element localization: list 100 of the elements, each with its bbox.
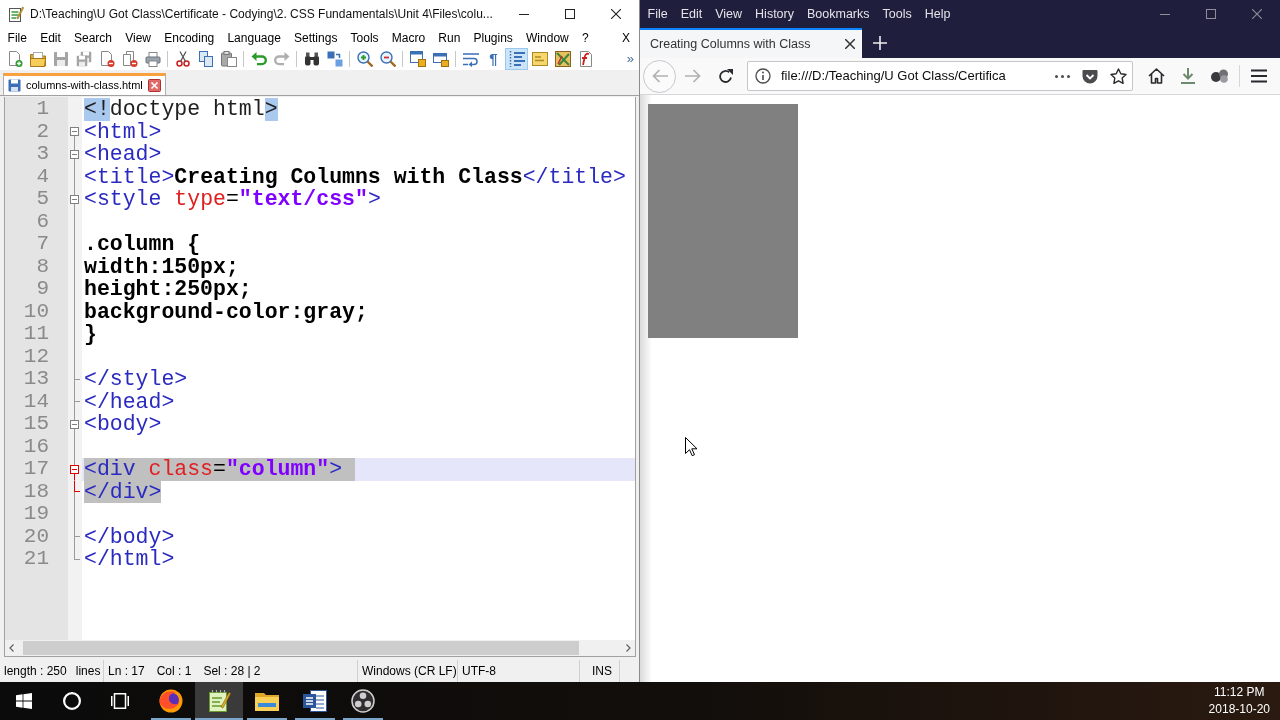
line-number: 18 xyxy=(22,480,50,503)
menu-item[interactable]: View xyxy=(708,4,749,24)
window-icon xyxy=(531,51,548,67)
menu-item[interactable]: Help xyxy=(918,4,957,24)
printer-icon xyxy=(144,51,161,67)
line-number: 9 xyxy=(35,278,50,301)
code-line: <body> xyxy=(84,413,162,436)
notepad-icon xyxy=(8,6,24,22)
menu-icon xyxy=(1251,69,1267,83)
address-text: file:///D:/Teaching/U Got Class/Certifica xyxy=(781,68,1006,84)
download-icon xyxy=(1181,68,1195,84)
close-document-button[interactable]: X xyxy=(616,29,639,47)
info-icon[interactable] xyxy=(755,68,771,84)
fold-minus-box-icon[interactable] xyxy=(70,194,79,204)
close-tab-button[interactable] xyxy=(845,39,855,49)
chevron-left-icon[interactable] xyxy=(9,644,14,652)
reload-icon xyxy=(718,68,733,84)
replace-icon xyxy=(326,51,343,67)
close-icon xyxy=(845,39,855,49)
close-icon xyxy=(611,9,621,19)
folder-icon xyxy=(29,51,46,67)
taskbar-app-button[interactable] xyxy=(195,682,243,720)
line-number: 21 xyxy=(22,548,50,571)
close-all-icon xyxy=(121,51,138,67)
file-tab[interactable]: columns-with-class.html xyxy=(3,73,166,95)
indent-guide-button[interactable] xyxy=(505,48,528,70)
balls-icon xyxy=(1211,69,1229,83)
menu-item[interactable]: Run xyxy=(431,29,467,47)
clock-date: 2018-10-20 xyxy=(1208,701,1270,718)
address-field[interactable]: file:///D:/Teaching/U Got Class/Certifica xyxy=(747,61,1133,91)
close-icon[interactable] xyxy=(147,79,161,92)
menu-item[interactable]: File xyxy=(641,4,675,24)
line-number: 10 xyxy=(22,300,50,323)
pocket-icon xyxy=(1082,68,1098,84)
browser-tab[interactable]: Creating Columns with Class xyxy=(640,28,862,58)
home-icon xyxy=(1147,68,1165,84)
window-lock-icon xyxy=(432,51,449,67)
code-line: </body> xyxy=(84,525,175,548)
four-pane-icon xyxy=(16,693,32,709)
horizontal-scrollbar[interactable] xyxy=(5,640,635,656)
menu-item[interactable]: History xyxy=(748,4,801,24)
save-icon xyxy=(8,79,21,92)
code-line: <!doctype html> xyxy=(84,98,278,121)
maximize-icon xyxy=(565,9,575,19)
save-all-icon xyxy=(75,51,92,67)
tab-title: Creating Columns with Class xyxy=(650,36,812,52)
line-number: 20 xyxy=(22,525,50,548)
fold-minus-box-icon[interactable] xyxy=(70,464,79,474)
minimize-icon xyxy=(1160,13,1170,15)
code-line: </style> xyxy=(84,368,188,391)
scissors-icon xyxy=(174,51,191,67)
window-lock-icon xyxy=(409,51,426,67)
plus-icon xyxy=(873,36,887,50)
menu-item[interactable]: Edit xyxy=(674,4,709,24)
show-symbols-button[interactable]: ¶ xyxy=(482,48,505,70)
scrollbar-thumb[interactable] xyxy=(23,641,579,655)
chevron-right-icon[interactable] xyxy=(626,644,631,652)
code-line: </html> xyxy=(84,548,175,571)
status-text: length : 250 xyxy=(4,663,67,679)
zoom-out-icon xyxy=(379,51,396,67)
menu-item[interactable]: Plugins xyxy=(466,29,520,47)
line-number: 1 xyxy=(35,98,50,121)
menu-item[interactable]: Window xyxy=(519,29,576,47)
menu-item[interactable]: Edit xyxy=(33,29,68,47)
globe-icon xyxy=(159,689,183,713)
line-number: 3 xyxy=(35,143,50,166)
status-text: Ln : 17 xyxy=(108,663,145,679)
line-number: 11 xyxy=(22,323,50,346)
code-line: <html> xyxy=(84,120,162,143)
maximize-icon xyxy=(1206,9,1216,19)
menu-item[interactable]: File xyxy=(1,29,34,47)
code-line: <head> xyxy=(84,143,162,166)
status-text: INS xyxy=(592,663,612,679)
document-icon xyxy=(303,690,327,712)
menu-item[interactable]: Tools xyxy=(343,29,386,47)
menu-item[interactable]: ? xyxy=(575,29,596,47)
menu-item[interactable]: View xyxy=(118,29,158,47)
menu-item[interactable]: Encoding xyxy=(157,29,221,47)
menu-item[interactable]: Tools xyxy=(876,4,919,24)
close-file-icon xyxy=(98,51,115,67)
menu-item[interactable]: Bookmarks xyxy=(800,4,876,24)
window-stack-icon xyxy=(111,693,129,709)
fold-minus-box-icon[interactable] xyxy=(70,127,79,137)
minimize-icon xyxy=(519,13,529,15)
toolbar-overflow-button[interactable]: » xyxy=(621,49,639,69)
menu-item[interactable]: Language xyxy=(220,29,288,47)
status-text: lines xyxy=(75,663,101,679)
fold-minus-box-icon[interactable] xyxy=(70,149,79,159)
more-dots-icon xyxy=(1054,74,1070,78)
star-icon xyxy=(1109,68,1127,84)
forward-arrow-icon xyxy=(684,69,701,83)
fold-minus-box-icon[interactable] xyxy=(70,419,79,429)
menu-item[interactable]: Search xyxy=(67,29,119,47)
save-icon xyxy=(52,51,69,67)
menu-item[interactable]: Macro xyxy=(385,29,432,47)
folder-icon xyxy=(255,691,279,711)
code-line: .column { xyxy=(84,233,201,256)
line-number: 5 xyxy=(35,188,50,211)
line-number: 8 xyxy=(35,255,50,278)
menu-item[interactable]: Settings xyxy=(287,29,344,47)
